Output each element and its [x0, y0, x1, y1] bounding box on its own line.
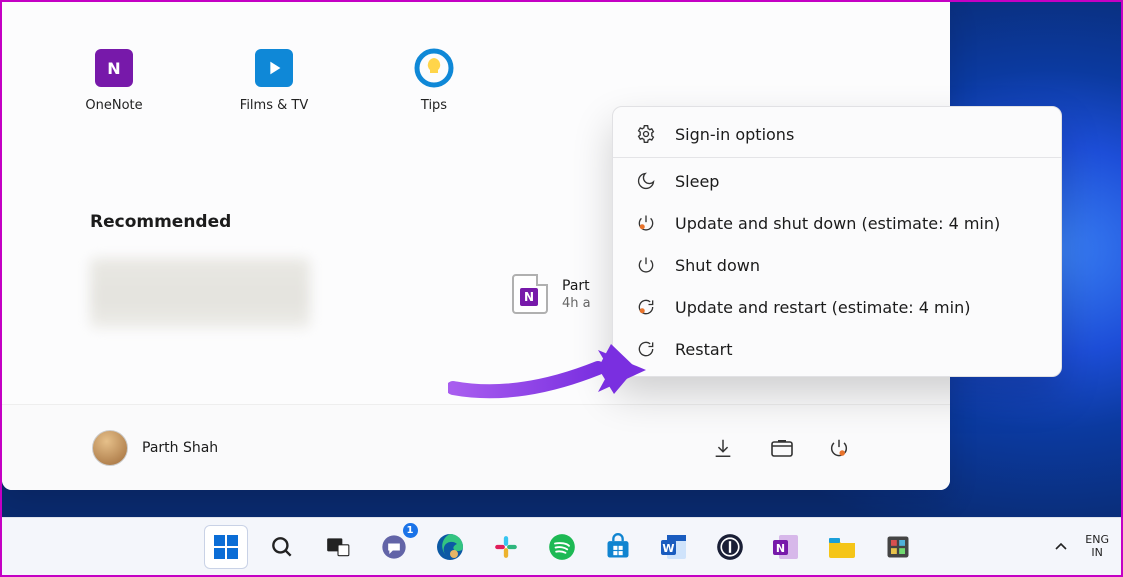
language-indicator[interactable]: ENG IN: [1085, 534, 1109, 558]
search-button[interactable]: [260, 525, 304, 569]
recommended-item-subtitle: 4h a: [562, 296, 591, 311]
onenote-icon: N: [92, 46, 136, 90]
powertoys-icon: [884, 533, 912, 561]
store-button[interactable]: [596, 525, 640, 569]
shutdown-item[interactable]: Shut down: [613, 244, 1061, 286]
user-account-button[interactable]: Parth Shah: [92, 430, 218, 466]
pinned-apps-row: N OneNote Films & TV Tips: [64, 46, 484, 113]
signin-options-item[interactable]: Sign-in options: [613, 113, 1061, 155]
power-icon: [635, 254, 657, 276]
word-icon: W: [659, 532, 689, 562]
menu-item-label: Update and shut down (estimate: 4 min): [675, 214, 1000, 233]
onenote-taskbar-icon: N: [771, 532, 801, 562]
file-explorer-button[interactable]: [820, 525, 864, 569]
recommended-item[interactable]: N Part 4h a: [512, 274, 591, 314]
onepassword-icon: [716, 533, 744, 561]
user-name-label: Parth Shah: [142, 440, 218, 456]
power-icon[interactable]: [828, 437, 850, 459]
chat-button[interactable]: 1: [372, 525, 416, 569]
gear-icon: [635, 123, 657, 145]
chat-icon: [380, 533, 408, 561]
slack-icon: [493, 534, 519, 560]
recommended-item-title: Part: [562, 278, 591, 294]
pinned-app-label: OneNote: [85, 98, 142, 113]
svg-text:W: W: [662, 542, 674, 555]
search-icon: [269, 534, 295, 560]
downloads-icon[interactable]: [712, 437, 734, 459]
tips-icon: [412, 46, 456, 90]
onenote-button[interactable]: N: [764, 525, 808, 569]
start-button[interactable]: [204, 525, 248, 569]
power-update-icon: [635, 212, 657, 234]
edge-button[interactable]: [428, 525, 472, 569]
spotify-button[interactable]: [540, 525, 584, 569]
sleep-item[interactable]: Sleep: [613, 160, 1061, 202]
word-button[interactable]: W: [652, 525, 696, 569]
update-shutdown-item[interactable]: Update and shut down (estimate: 4 min): [613, 202, 1061, 244]
restart-update-icon: [635, 296, 657, 318]
file-explorer-icon[interactable]: [770, 437, 792, 459]
update-restart-item[interactable]: Update and restart (estimate: 4 min): [613, 286, 1061, 328]
taskbar: 1 W N: [2, 517, 1121, 575]
taskbar-center: 1 W N: [204, 525, 920, 569]
moon-icon: [635, 170, 657, 192]
svg-text:N: N: [775, 542, 784, 555]
menu-item-label: Restart: [675, 340, 733, 359]
menu-item-label: Update and restart (estimate: 4 min): [675, 298, 970, 317]
system-tray: ENG IN: [1053, 534, 1109, 558]
avatar: [92, 430, 128, 466]
recommended-heading: Recommended: [90, 212, 231, 232]
recommended-item-blurred[interactable]: [90, 258, 310, 328]
onepassword-button[interactable]: [708, 525, 752, 569]
chevron-up-icon: [1053, 539, 1069, 555]
task-view-button[interactable]: [316, 525, 360, 569]
pinned-app-tips[interactable]: Tips: [384, 46, 484, 113]
restart-item[interactable]: Restart: [613, 328, 1061, 370]
power-options-menu: Sign-in options Sleep Update and shut do…: [612, 106, 1062, 377]
language-top: ENG: [1085, 534, 1109, 546]
powertoys-button[interactable]: [876, 525, 920, 569]
menu-item-label: Sleep: [675, 172, 719, 191]
chat-badge: 1: [403, 523, 418, 538]
folder-icon: [827, 534, 857, 560]
tray-overflow-button[interactable]: [1053, 539, 1069, 555]
onenote-file-icon: N: [512, 274, 548, 314]
start-menu-footer: Parth Shah: [2, 404, 950, 490]
language-bottom: IN: [1085, 547, 1109, 559]
pinned-app-onenote[interactable]: N OneNote: [64, 46, 164, 113]
edge-icon: [435, 532, 465, 562]
slack-button[interactable]: [484, 525, 528, 569]
spotify-icon: [548, 533, 576, 561]
task-view-icon: [325, 534, 351, 560]
films-tv-icon: [252, 46, 296, 90]
store-icon: [604, 533, 632, 561]
windows-logo-icon: [211, 532, 241, 562]
restart-icon: [635, 338, 657, 360]
pinned-app-label: Tips: [421, 98, 447, 113]
menu-item-label: Shut down: [675, 256, 760, 275]
pinned-app-label: Films & TV: [240, 98, 308, 113]
menu-item-label: Sign-in options: [675, 125, 794, 144]
menu-separator: [613, 157, 1061, 158]
pinned-app-films-tv[interactable]: Films & TV: [224, 46, 324, 113]
